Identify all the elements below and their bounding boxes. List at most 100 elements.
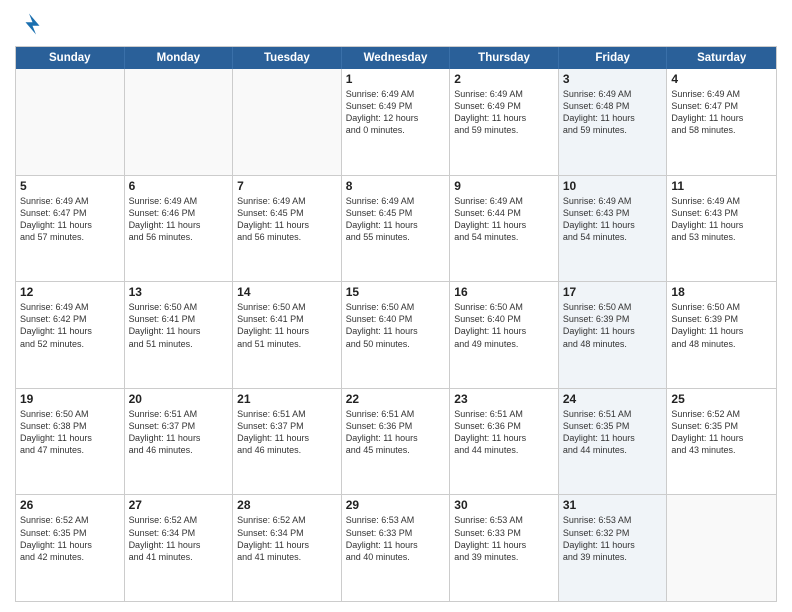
calendar-cell: 24 Sunrise: 6:51 AM Sunset: 6:35 PM Dayli… — [559, 389, 668, 495]
cell-info: Sunrise: 6:49 AM Sunset: 6:49 PM Dayligh… — [454, 88, 554, 137]
cell-info: Sunrise: 6:50 AM Sunset: 6:40 PM Dayligh… — [346, 301, 446, 350]
cell-info: Sunrise: 6:52 AM Sunset: 6:34 PM Dayligh… — [129, 514, 229, 563]
day-number: 28 — [237, 498, 337, 512]
calendar-cell: 8 Sunrise: 6:49 AM Sunset: 6:45 PM Daylig… — [342, 176, 451, 282]
cell-info: Sunrise: 6:51 AM Sunset: 6:35 PM Dayligh… — [563, 408, 663, 457]
cell-info: Sunrise: 6:53 AM Sunset: 6:33 PM Dayligh… — [454, 514, 554, 563]
cell-info: Sunrise: 6:52 AM Sunset: 6:34 PM Dayligh… — [237, 514, 337, 563]
header — [15, 10, 777, 38]
day-number: 21 — [237, 392, 337, 406]
calendar-cell: 30 Sunrise: 6:53 AM Sunset: 6:33 PM Dayli… — [450, 495, 559, 601]
day-number: 6 — [129, 179, 229, 193]
calendar-cell: 1Sunrise: 6:49 AM Sunset: 6:49 PM Daylig… — [342, 69, 451, 175]
calendar-body: 1 Sunrise: 6:49 AM Sunset: 6:49 PM Daylig… — [16, 69, 776, 601]
day-number: 19 — [20, 392, 120, 406]
calendar-cell: 13 Sunrise: 6:50 AM Sunset: 6:41 PM Dayli… — [125, 282, 234, 388]
day-number: 16 — [454, 285, 554, 299]
calendar-week-1: 5 Sunrise: 6:49 AM Sunset: 6:47 PM Daylig… — [16, 176, 776, 283]
cell-info: Sunrise: 6:51 AM Sunset: 6:37 PM Dayligh… — [237, 408, 337, 457]
day-number: 9 — [454, 179, 554, 193]
cell-info: Sunrise: 6:52 AM Sunset: 6:35 PM Dayligh… — [671, 408, 772, 457]
calendar-cell: 6 Sunrise: 6:49 AM Sunset: 6:46 PM Daylig… — [125, 176, 234, 282]
day-number: 31 — [563, 498, 663, 512]
cell-info: Sunrise: 6:49 AM Sunset: 6:43 PM Dayligh… — [671, 195, 772, 244]
calendar-cell: 28 Sunrise: 6:52 AM Sunset: 6:34 PM Dayli… — [233, 495, 342, 601]
day-number: 7 — [237, 179, 337, 193]
calendar-cell: 5 Sunrise: 6:49 AM Sunset: 6:47 PM Daylig… — [16, 176, 125, 282]
cell-info: Sunrise: 6:49 AM Sunset: 6:43 PM Dayligh… — [563, 195, 663, 244]
logo — [15, 10, 47, 38]
weekday-header-friday: Friday — [559, 47, 668, 69]
day-number: 23 — [454, 392, 554, 406]
calendar-week-3: 19 Sunrise: 6:50 AM Sunset: 6:38 PM Dayli… — [16, 389, 776, 496]
cell-info: Sunrise: 6:49 AM Sunset: 6:48 PM Dayligh… — [563, 88, 663, 137]
day-number: 30 — [454, 498, 554, 512]
day-number: 26 — [20, 498, 120, 512]
calendar-cell: 7 Sunrise: 6:49 AM Sunset: 6:45 PM Daylig… — [233, 176, 342, 282]
weekday-header-thursday: Thursday — [450, 47, 559, 69]
day-number: 20 — [129, 392, 229, 406]
cell-info: Sunrise: 6:49 AM Sunset: 6:45 PM Dayligh… — [237, 195, 337, 244]
day-number: 24 — [563, 392, 663, 406]
calendar-cell: 4Sunrise: 6:49 AM Sunset: 6:47 PM Daylig… — [667, 69, 776, 175]
cell-info: Sunrise: 6:50 AM Sunset: 6:39 PM Dayligh… — [671, 301, 772, 350]
day-number: 3 — [563, 72, 663, 86]
calendar-cell: 11 Sunrise: 6:49 AM Sunset: 6:43 PM Dayli… — [667, 176, 776, 282]
calendar-cell: 23Sunrise: 6:51 AM Sunset: 6:36 PM Dayli… — [450, 389, 559, 495]
weekday-header-monday: Monday — [125, 47, 234, 69]
logo-icon — [15, 10, 43, 38]
calendar-cell: 19 Sunrise: 6:50 AM Sunset: 6:38 PM Dayli… — [16, 389, 125, 495]
calendar: SundayMondayTuesdayWednesdayThursdayFrid… — [15, 46, 777, 602]
calendar-page: SundayMondayTuesdayWednesdayThursdayFrid… — [0, 0, 792, 612]
cell-info: Sunrise: 6:50 AM Sunset: 6:39 PM Dayligh… — [563, 301, 663, 350]
calendar-cell: 20Sunrise: 6:51 AM Sunset: 6:37 PM Dayli… — [125, 389, 234, 495]
cell-info: Sunrise: 6:49 AM Sunset: 6:46 PM Dayligh… — [129, 195, 229, 244]
calendar-cell: 2Sunrise: 6:49 AM Sunset: 6:49 PM Daylig… — [450, 69, 559, 175]
calendar-week-2: 12 Sunrise: 6:49 AM Sunset: 6:42 PM Dayli… — [16, 282, 776, 389]
calendar-cell — [16, 69, 125, 175]
calendar-cell: 27Sunrise: 6:52 AM Sunset: 6:34 PM Dayli… — [125, 495, 234, 601]
day-number: 12 — [20, 285, 120, 299]
day-number: 18 — [671, 285, 772, 299]
day-number: 10 — [563, 179, 663, 193]
day-number: 13 — [129, 285, 229, 299]
day-number: 15 — [346, 285, 446, 299]
day-number: 17 — [563, 285, 663, 299]
cell-info: Sunrise: 6:52 AM Sunset: 6:35 PM Dayligh… — [20, 514, 120, 563]
day-number: 11 — [671, 179, 772, 193]
day-number: 8 — [346, 179, 446, 193]
calendar-cell — [667, 495, 776, 601]
calendar-cell: 10 Sunrise: 6:49 AM Sunset: 6:43 PM Dayli… — [559, 176, 668, 282]
cell-info: Sunrise: 6:53 AM Sunset: 6:32 PM Dayligh… — [563, 514, 663, 563]
day-number: 14 — [237, 285, 337, 299]
calendar-cell: 15 Sunrise: 6:50 AM Sunset: 6:40 PM Dayli… — [342, 282, 451, 388]
calendar-cell — [125, 69, 234, 175]
weekday-header-tuesday: Tuesday — [233, 47, 342, 69]
day-number: 29 — [346, 498, 446, 512]
calendar-header-row: SundayMondayTuesdayWednesdayThursdayFrid… — [16, 47, 776, 69]
weekday-header-sunday: Sunday — [16, 47, 125, 69]
day-number: 22 — [346, 392, 446, 406]
calendar-cell: 22Sunrise: 6:51 AM Sunset: 6:36 PM Dayli… — [342, 389, 451, 495]
calendar-cell: 18 Sunrise: 6:50 AM Sunset: 6:39 PM Dayli… — [667, 282, 776, 388]
cell-info: Sunrise: 6:53 AM Sunset: 6:33 PM Dayligh… — [346, 514, 446, 563]
calendar-week-4: 26 Sunrise: 6:52 AM Sunset: 6:35 PM Dayli… — [16, 495, 776, 601]
day-number: 5 — [20, 179, 120, 193]
weekday-header-saturday: Saturday — [667, 47, 776, 69]
cell-info: Sunrise: 6:50 AM Sunset: 6:38 PM Dayligh… — [20, 408, 120, 457]
calendar-cell: 16 Sunrise: 6:50 AM Sunset: 6:40 PM Dayli… — [450, 282, 559, 388]
cell-info: Sunrise: 6:50 AM Sunset: 6:40 PM Dayligh… — [454, 301, 554, 350]
weekday-header-wednesday: Wednesday — [342, 47, 451, 69]
day-number: 1 — [346, 72, 446, 86]
calendar-cell: 12 Sunrise: 6:49 AM Sunset: 6:42 PM Dayli… — [16, 282, 125, 388]
calendar-cell: 31 Sunrise: 6:53 AM Sunset: 6:32 PM Dayli… — [559, 495, 668, 601]
cell-info: Sunrise: 6:49 AM Sunset: 6:47 PM Dayligh… — [20, 195, 120, 244]
cell-info: Sunrise: 6:49 AM Sunset: 6:45 PM Dayligh… — [346, 195, 446, 244]
cell-info: Sunrise: 6:49 AM Sunset: 6:47 PM Dayligh… — [671, 88, 772, 137]
cell-info: Sunrise: 6:49 AM Sunset: 6:44 PM Dayligh… — [454, 195, 554, 244]
calendar-cell: 14Sunrise: 6:50 AM Sunset: 6:41 PM Dayli… — [233, 282, 342, 388]
calendar-cell: 26 Sunrise: 6:52 AM Sunset: 6:35 PM Dayli… — [16, 495, 125, 601]
calendar-cell: 3 Sunrise: 6:49 AM Sunset: 6:48 PM Daylig… — [559, 69, 668, 175]
cell-info: Sunrise: 6:50 AM Sunset: 6:41 PM Dayligh… — [129, 301, 229, 350]
cell-info: Sunrise: 6:49 AM Sunset: 6:42 PM Dayligh… — [20, 301, 120, 350]
